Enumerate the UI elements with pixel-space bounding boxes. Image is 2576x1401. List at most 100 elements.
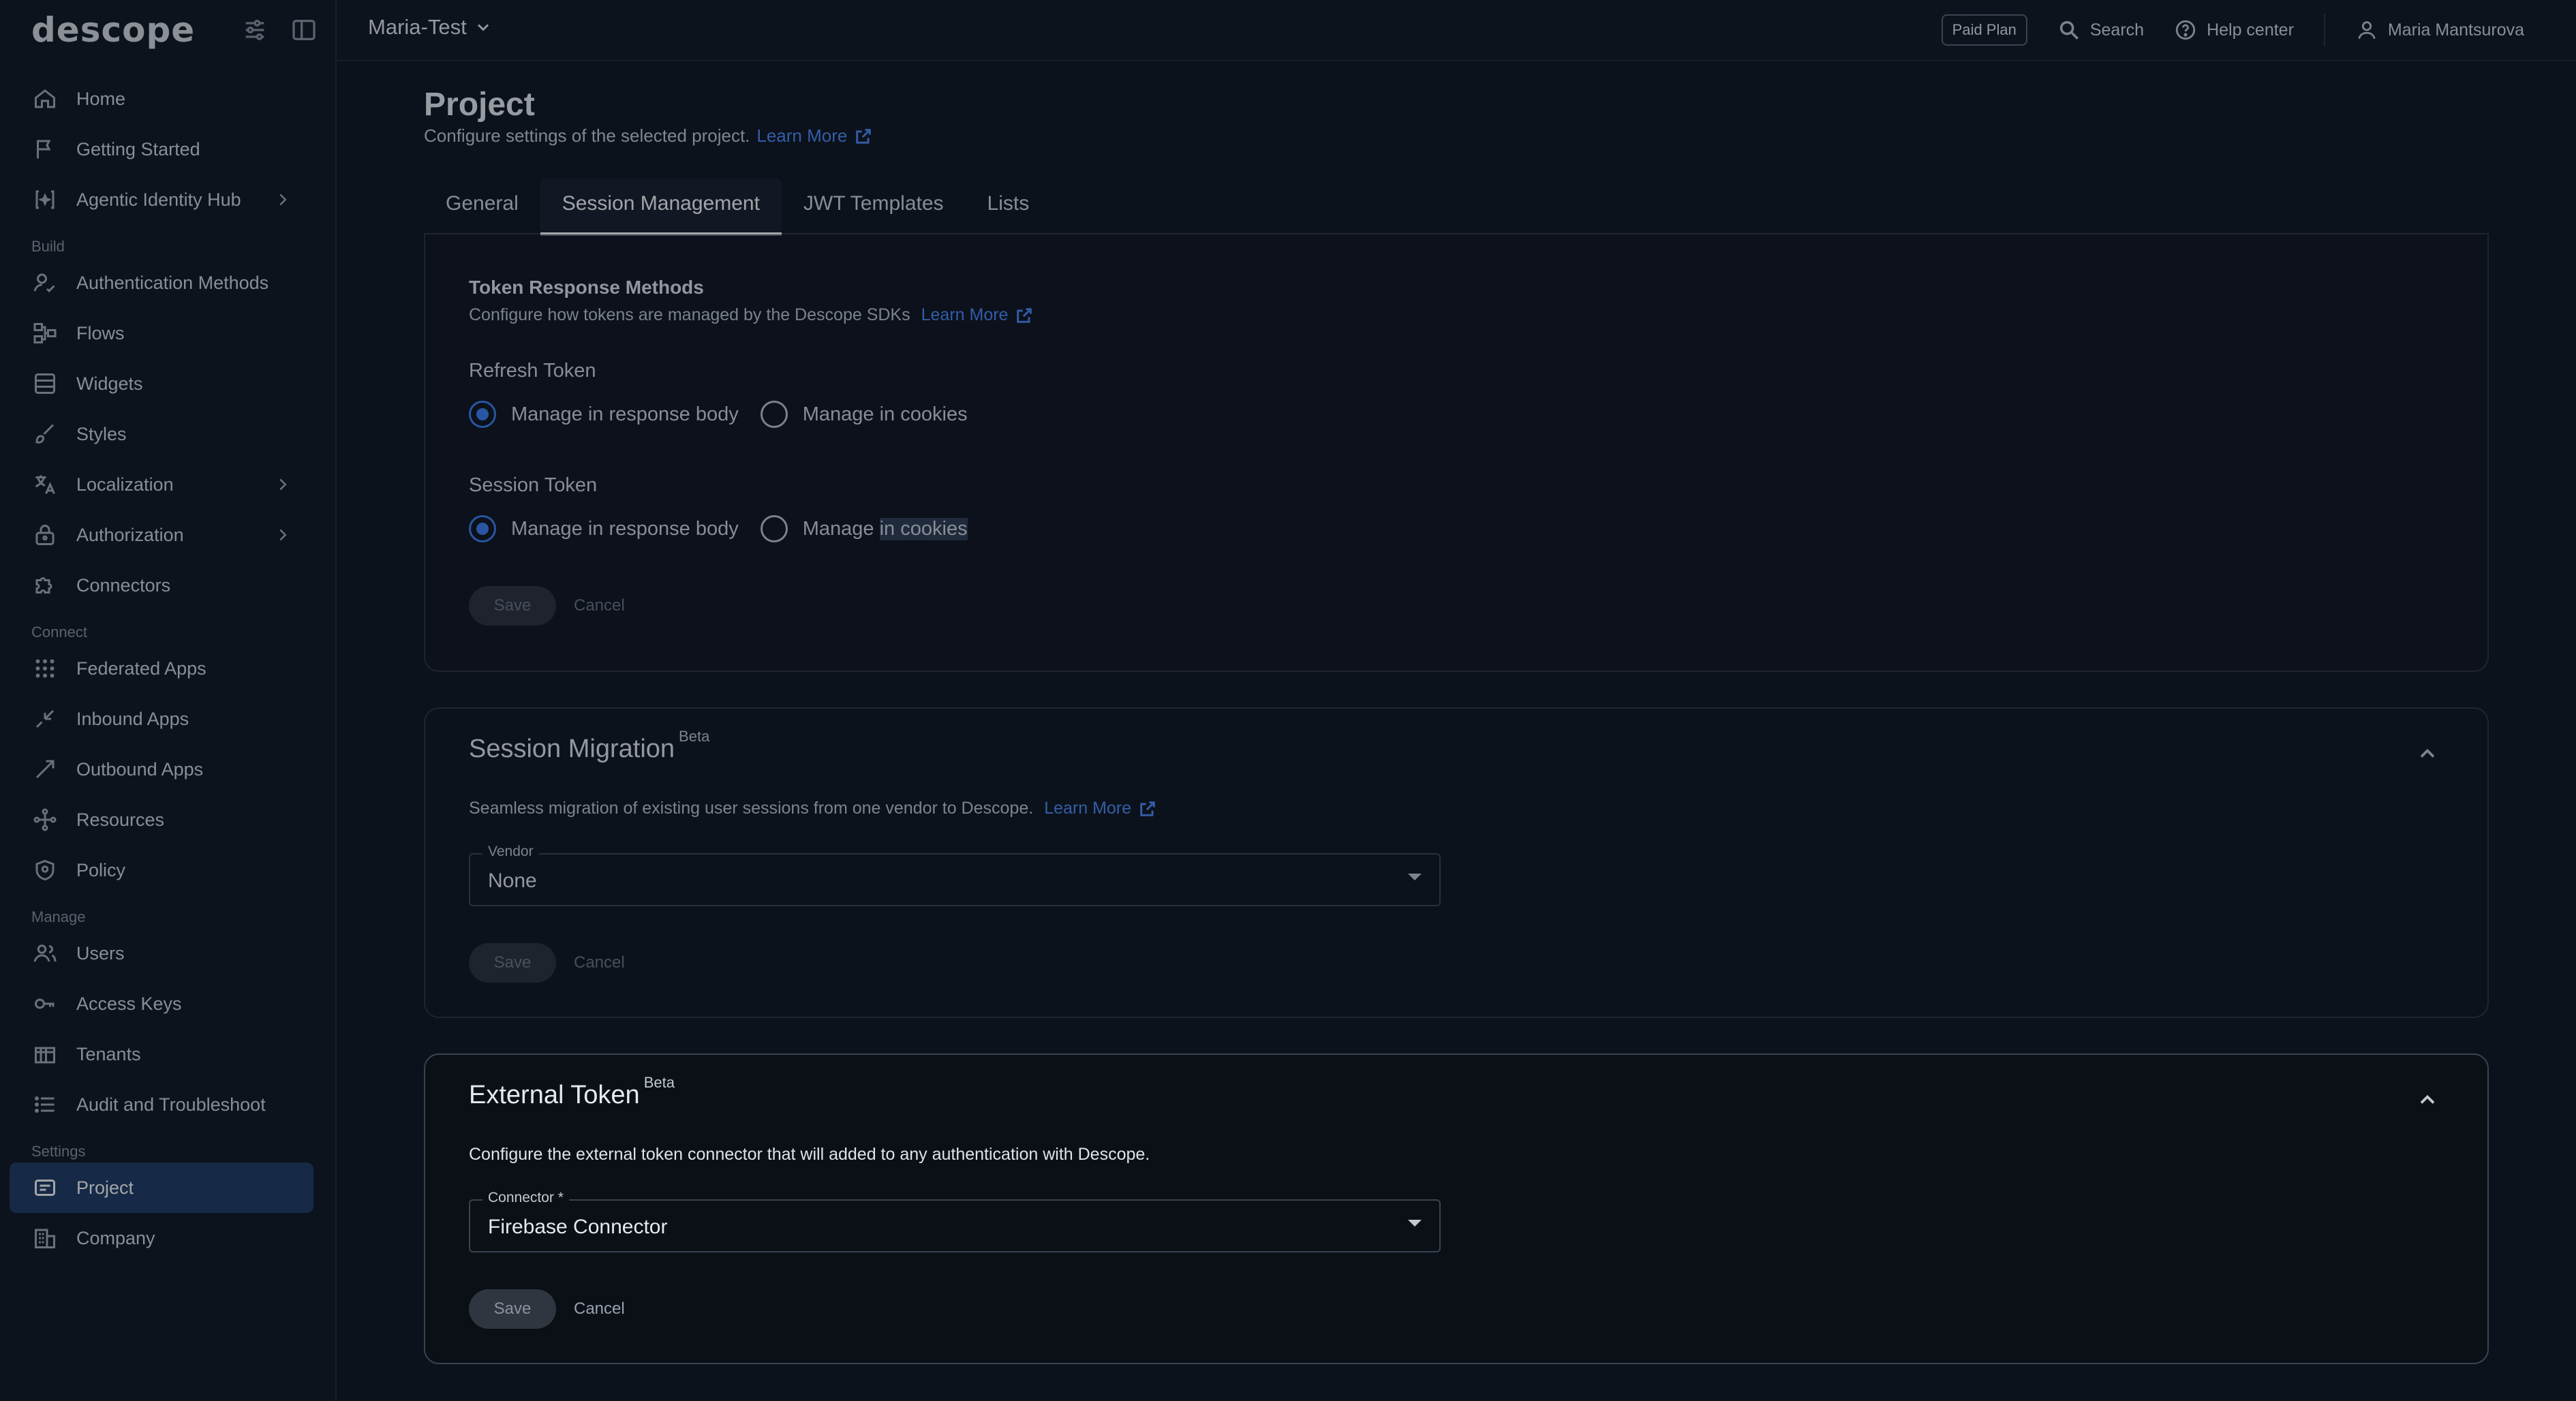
sidebar-item-label: Getting Started [76, 138, 200, 159]
token-cancel-button[interactable]: Cancel [574, 586, 625, 626]
flows-icon [33, 323, 57, 343]
vendor-select[interactable]: Vendor None [469, 844, 1441, 906]
sidebar-item-users[interactable]: Users [10, 928, 313, 979]
sidebar-item-widgets[interactable]: Widgets [10, 358, 313, 409]
sidebar-item-label: Widgets [76, 373, 143, 394]
external-save-button[interactable]: Save [469, 1289, 556, 1329]
radio-selected[interactable] [469, 401, 496, 428]
sidebar-item-tenants[interactable]: Tenants [10, 1029, 313, 1079]
grid-icon [35, 659, 55, 678]
lock-icon [35, 525, 55, 545]
help-label: Help center [2207, 20, 2294, 40]
chevron-right-icon [279, 478, 287, 491]
sidebar-item-home[interactable]: Home [10, 74, 313, 124]
session-cookies-option[interactable]: Manage in cookies [760, 515, 968, 542]
brush-icon [35, 424, 55, 444]
project-switcher[interactable]: Maria-Test [368, 15, 493, 40]
sidebar-item-outbound-apps[interactable]: Outbound Apps [10, 744, 313, 795]
key-icon [35, 998, 55, 1009]
external-token-card: External Token Beta Configure the extern… [424, 1053, 2489, 1364]
sidebar-item-audit-and-troubleshoot[interactable]: Audit and Troubleshoot [10, 1079, 313, 1130]
token-learn-more-link[interactable]: Learn More [921, 305, 1034, 325]
connector-label: Connector * [482, 1190, 569, 1206]
radio-unselected[interactable] [760, 401, 788, 428]
token-save-button[interactable]: Save [469, 586, 556, 626]
agent-icon [35, 190, 55, 209]
beta-badge: Beta [643, 1074, 675, 1091]
search-button[interactable]: Search [2057, 18, 2144, 42]
radio-selected[interactable] [469, 515, 496, 542]
external-cancel-button[interactable]: Cancel [574, 1289, 625, 1329]
sidebar-item-label: Localization [76, 474, 174, 495]
connector-select[interactable]: Connector * Firebase Connector [469, 1190, 1441, 1252]
sidebar-item-label: Access Keys [76, 993, 182, 1014]
sidebar-item-label: Federated Apps [76, 658, 206, 679]
refresh-token-label: Refresh Token [469, 360, 596, 382]
sidebar-item-styles[interactable]: Styles [10, 409, 313, 459]
nav-section-settings: Settings [31, 1143, 86, 1160]
refresh-cookies-option[interactable]: Manage in cookies [760, 401, 968, 428]
migration-cancel-button[interactable]: Cancel [574, 943, 625, 983]
sidebar-item-project[interactable]: Project [10, 1163, 313, 1213]
nav-section-connect: Connect [31, 623, 87, 641]
page-title: Project [424, 87, 535, 123]
vendor-label: Vendor [482, 844, 539, 860]
sidebar-item-agentic-identity-hub[interactable]: Agentic Identity Hub [10, 174, 313, 225]
sidebar-item-access-keys[interactable]: Access Keys [10, 979, 313, 1029]
sliders-icon[interactable] [241, 16, 269, 44]
learn-more-link[interactable]: Learn More [756, 125, 873, 147]
chevron-up-icon[interactable] [2415, 1088, 2440, 1112]
user-menu[interactable]: Maria Mantsurova [2355, 18, 2524, 42]
sidebar-item-inbound-apps[interactable]: Inbound Apps [10, 694, 313, 744]
refresh-body-option[interactable]: Manage in response body [469, 401, 739, 428]
sidebar-item-federated-apps[interactable]: Federated Apps [10, 643, 313, 694]
sidebar-item-resources[interactable]: Resources [10, 795, 313, 845]
sidebar-item-policy[interactable]: Policy [10, 845, 313, 895]
sidebar-toggle-icon[interactable] [290, 16, 318, 44]
external-link-icon [1017, 307, 1032, 323]
sidebar-nav: Home Getting Started Agentic Identity Hu… [10, 74, 313, 1263]
learn-more-text: Learn More [1044, 799, 1132, 818]
tab-session-management[interactable]: Session Management [540, 179, 782, 236]
flag-icon [37, 140, 51, 159]
chevron-up-icon[interactable] [2415, 741, 2440, 766]
chevron-right-icon [279, 529, 287, 541]
migration-learn-more-link[interactable]: Learn More [1044, 799, 1157, 818]
radio-unselected[interactable] [760, 515, 788, 542]
tenants-icon [35, 1047, 55, 1064]
help-center-button[interactable]: Help center [2174, 18, 2294, 42]
sidebar-item-authorization[interactable]: Authorization [10, 510, 313, 560]
migration-save-button[interactable]: Save [469, 943, 556, 983]
shield-icon [35, 859, 55, 881]
tab-general[interactable]: General [424, 179, 540, 234]
descope-logo[interactable]: descope [31, 10, 195, 50]
translate-icon [35, 475, 55, 495]
sidebar-item-label: Project [76, 1177, 134, 1198]
external-link-icon [856, 128, 872, 144]
external-token-title: External Token Beta [469, 1074, 675, 1110]
sidebar-item-label: Tenants [76, 1043, 141, 1064]
session-body-option[interactable]: Manage in response body [469, 515, 739, 542]
sidebar-item-label: Home [76, 88, 126, 109]
sidebar-item-localization[interactable]: Localization [10, 459, 313, 510]
sidebar-item-label: Policy [76, 859, 126, 880]
page-subtitle-text: Configure settings of the selected proje… [424, 125, 750, 146]
tab-lists[interactable]: Lists [966, 179, 1052, 234]
sidebar-item-label: Inbound Apps [76, 708, 189, 729]
sidebar-item-label: Audit and Troubleshoot [76, 1094, 266, 1115]
sidebar-item-connectors[interactable]: Connectors [10, 560, 313, 611]
user-icon [2358, 21, 2376, 40]
sidebar-item-company[interactable]: Company [10, 1213, 313, 1263]
main-content: Project Configure settings of the select… [337, 63, 2576, 1401]
section-title-text: External Token [469, 1081, 640, 1109]
sidebar-item-label: Flows [76, 322, 125, 343]
beta-badge: Beta [679, 728, 710, 745]
sidebar-item-flows[interactable]: Flows [10, 308, 313, 358]
sidebar-item-authentication-methods[interactable]: Authentication Methods [10, 258, 313, 308]
tab-jwt-templates[interactable]: JWT Templates [782, 179, 966, 234]
paid-plan-badge[interactable]: Paid Plan [1941, 14, 2027, 46]
refresh-token-radio-group: Manage in response body Manage in cookie… [469, 401, 990, 428]
dropdown-arrow-icon [1408, 874, 1422, 880]
widgets-icon [35, 373, 55, 394]
sidebar-item-getting-started[interactable]: Getting Started [10, 124, 313, 174]
